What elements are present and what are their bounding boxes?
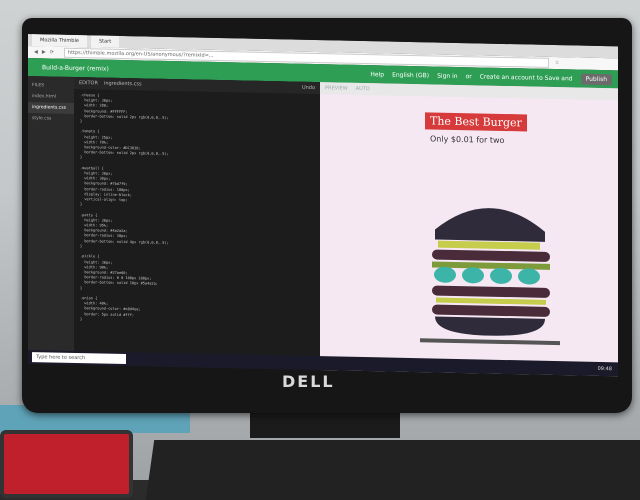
plate [420,338,560,346]
signin-link[interactable]: Sign in [437,72,457,79]
reload-icon[interactable]: ⟳ [50,49,54,55]
project-title[interactable]: Build-a-Burger (remix) [42,64,109,72]
preview-pane: PREVIEW AUTO The Best Burger Only $0.01 … [320,82,618,377]
top-bun [435,208,545,242]
meatball [434,266,456,283]
star-icon[interactable]: ☆ [555,60,559,66]
cheese-layer [438,240,540,250]
forward-icon[interactable]: ▶ [42,49,46,55]
language-menu[interactable]: English (GB) [392,71,429,79]
file-item[interactable]: style.css [28,113,74,125]
keyboard [145,440,640,500]
or-text: or [465,72,472,80]
monitor-screen: Mozilla Thimble Start ◀ ▶ ⟳ https://thim… [28,34,618,377]
browser-tab[interactable]: Start [90,35,120,48]
editor-label: EDITOR [79,80,98,87]
back-icon[interactable]: ◀ [34,49,38,55]
help-menu[interactable]: Help [370,71,384,78]
publish-button[interactable]: Publish [580,73,612,85]
undo-button[interactable]: Undo [302,85,315,91]
preview-auto[interactable]: AUTO [356,86,370,92]
patty-layer [432,304,550,317]
burger-illustration [420,208,560,346]
create-account-link[interactable]: Create an account to Save and [480,73,573,82]
meatball [518,268,540,285]
files-sidebar: FILES index.html ingredients.css style.c… [28,76,74,365]
burger-title: The Best Burger [425,112,527,132]
meatball [462,267,484,284]
meatball [490,267,512,284]
browser-tab[interactable]: Mozilla Thimble [32,34,87,48]
patty-layer [432,249,550,262]
dell-logo: DELL [282,372,335,391]
phone [0,430,133,498]
burger-subtitle: Only $0.01 for two [430,134,505,145]
preview-label: PREVIEW [325,85,348,92]
patty-layer [432,285,550,298]
editor-filename: ingredients.css [103,80,142,88]
cheese-layer [436,297,546,305]
monitor-stand [250,410,400,438]
bottom-bun [435,316,545,336]
taskbar-clock: 09:48 [597,365,612,373]
taskbar-search[interactable]: Type here to search [32,352,126,365]
code-text[interactable]: .cheese { height: 30px; width: 280; back… [74,89,320,331]
code-editor: EDITOR ingredients.css Undo .cheese { he… [74,76,320,371]
